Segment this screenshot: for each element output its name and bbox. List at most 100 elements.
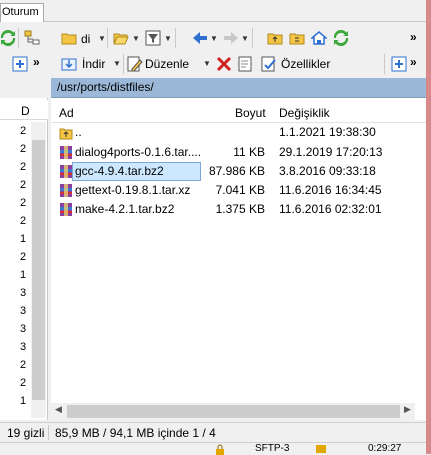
status-divider <box>48 425 49 440</box>
toolbar-separator <box>384 54 385 74</box>
left-row-digit[interactable]: 1 <box>20 395 26 407</box>
new-item-icon[interactable] <box>391 56 407 72</box>
right-status-text: 85,9 MB / 94,1 MB içinde 1 / 4 <box>55 426 216 440</box>
left-column-header-label[interactable]: D <box>21 104 30 118</box>
connection-status-bar: SFTP-3 0:29:27 <box>0 442 431 455</box>
rename-icon[interactable] <box>238 56 254 72</box>
tree-view-icon[interactable] <box>24 30 40 46</box>
filter-dropdown-arrow[interactable]: ▼ <box>164 34 172 43</box>
forward-dropdown-arrow[interactable]: ▼ <box>241 34 249 43</box>
left-row-digit[interactable]: 3 <box>20 323 26 335</box>
left-row-digit[interactable]: 2 <box>20 215 26 227</box>
toolbar-overflow-chevron[interactable]: » <box>410 54 417 70</box>
archive-icon <box>60 165 72 178</box>
toolbar-separator <box>252 28 253 48</box>
left-row-digit[interactable]: 2 <box>20 125 26 137</box>
left-scrollbar-thumb[interactable] <box>32 140 45 400</box>
delete-icon[interactable] <box>216 56 232 72</box>
filter-icon[interactable] <box>145 30 161 46</box>
edit-dropdown-arrow[interactable]: ▼ <box>203 59 211 68</box>
parent-folder-icon <box>59 128 73 140</box>
left-row-digit[interactable]: 2 <box>20 251 26 263</box>
left-row-digit[interactable]: 2 <box>20 143 26 155</box>
left-toolbar-row-2: » <box>0 52 48 76</box>
connection-icon <box>316 445 326 453</box>
file-modified: 3.8.2016 09:33:18 <box>279 164 376 178</box>
refresh-icon[interactable] <box>333 30 349 46</box>
new-item-icon[interactable] <box>12 56 28 72</box>
file-name: make-4.2.1.tar.bz2 <box>75 202 175 216</box>
archive-icon <box>60 184 72 197</box>
parent-directory-icon[interactable] <box>267 30 283 46</box>
column-header-modified[interactable]: Değişiklik <box>279 106 330 120</box>
left-row-digit[interactable]: 2 <box>20 359 26 371</box>
tab-session[interactable]: Oturum <box>0 3 44 22</box>
left-row-digit[interactable]: 2 <box>20 179 26 191</box>
drive-folder-icon <box>61 33 77 45</box>
properties-icon[interactable] <box>261 56 277 72</box>
file-name: .. <box>75 125 82 139</box>
scroll-left-arrow-icon[interactable]: ◀ <box>55 404 62 415</box>
left-row-digit[interactable]: 3 <box>20 341 26 353</box>
file-row[interactable]: dialog4ports-0.1.6.tar.... 11 KB 29.1.20… <box>51 144 431 162</box>
column-header-divider <box>51 122 431 123</box>
edit-icon[interactable] <box>127 56 143 72</box>
root-directory-icon[interactable] <box>289 30 305 46</box>
right-toolbar-row-2: İndir ▼ Düzenle ▼ Özellikler » <box>51 52 431 76</box>
scroll-right-arrow-icon[interactable]: ▶ <box>404 404 411 415</box>
right-toolbar-row-1: di ▼ ▼ ▼ ▼ ▼ » <box>51 24 431 52</box>
protocol-label: SFTP-3 <box>255 443 290 454</box>
properties-button[interactable]: Özellikler <box>281 56 330 72</box>
file-row[interactable]: make-4.2.1.tar.bz2 1.375 KB 11.6.2016 02… <box>51 201 431 219</box>
horizontal-scrollbar-thumb[interactable] <box>67 405 400 418</box>
download-dropdown-arrow[interactable]: ▼ <box>113 59 121 68</box>
left-row-digit[interactable]: 3 <box>20 287 26 299</box>
left-status-text: 19 gizli <box>7 426 45 440</box>
left-row-digit[interactable]: 2 <box>20 161 26 173</box>
toolbar-separator <box>123 54 124 74</box>
forward-arrow-icon[interactable] <box>223 30 239 46</box>
status-bar: 19 gizli 85,9 MB / 94,1 MB içinde 1 / 4 <box>0 422 431 442</box>
file-modified: 29.1.2019 17:20:13 <box>279 145 383 159</box>
file-row[interactable]: gettext-0.19.8.1.tar.xz 7.041 KB 11.6.20… <box>51 182 431 200</box>
window-edge <box>426 0 431 454</box>
left-toolbar-row-1 <box>0 24 48 52</box>
left-row-digit[interactable]: 2 <box>20 377 26 389</box>
session-tab-strip <box>0 0 431 22</box>
toolbar-separator <box>107 28 108 48</box>
open-folder-icon[interactable] <box>113 30 129 46</box>
file-modified: 11.6.2016 02:32:01 <box>279 202 382 216</box>
path-bar[interactable]: /usr/ports/distfiles/ <box>51 78 431 98</box>
open-folder-dropdown-arrow[interactable]: ▼ <box>132 34 140 43</box>
download-icon[interactable] <box>61 56 77 72</box>
left-row-digit[interactable]: 1 <box>20 233 26 245</box>
column-header-size[interactable]: Boyut <box>235 106 266 120</box>
column-header-name[interactable]: Ad <box>59 106 74 120</box>
toolbar-overflow-chevron[interactable]: » <box>410 29 417 45</box>
session-time: 0:29:27 <box>368 443 402 454</box>
file-size: 1.375 KB <box>215 202 265 216</box>
file-row-selected[interactable]: gcc-4.9.4.tar.bz2 87.986 KB 3.8.2016 09:… <box>51 162 431 181</box>
refresh-icon[interactable] <box>0 30 16 46</box>
file-name: gettext-0.19.8.1.tar.xz <box>75 183 191 197</box>
left-column-header: D <box>0 100 48 120</box>
back-arrow-icon[interactable] <box>192 30 208 46</box>
file-modified: 11.6.2016 16:34:45 <box>279 183 382 197</box>
file-size: 7.041 KB <box>215 183 265 197</box>
left-row-digit[interactable]: 3 <box>20 305 26 317</box>
left-row-digit[interactable]: 2 <box>20 197 26 209</box>
toolbar-separator <box>175 28 176 48</box>
drive-dropdown-arrow[interactable]: ▼ <box>98 34 106 43</box>
left-file-list: 2 2 2 2 2 2 1 2 1 3 3 3 3 2 2 1 <box>0 122 31 418</box>
toolbar-overflow-chevron[interactable]: » <box>33 54 40 70</box>
drive-selector[interactable]: di <box>81 31 90 47</box>
left-row-digit[interactable]: 1 <box>20 269 26 281</box>
back-dropdown-arrow[interactable]: ▼ <box>210 34 218 43</box>
download-button[interactable]: İndir <box>82 56 105 72</box>
home-icon[interactable] <box>311 30 327 46</box>
edit-button[interactable]: Düzenle <box>145 56 189 72</box>
file-row[interactable]: .. 1.1.2021 19:38:30 <box>51 124 431 142</box>
file-size: 11 KB <box>233 145 265 159</box>
file-modified: 1.1.2021 19:38:30 <box>279 125 376 139</box>
lock-icon <box>216 444 224 455</box>
